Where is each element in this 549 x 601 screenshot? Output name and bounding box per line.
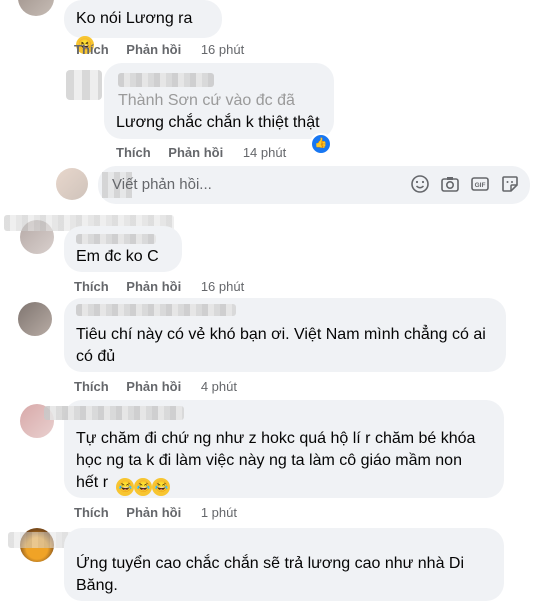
- comment-text-line: Ứng tuyển cao chắc chắn sẽ trả lương cao…: [76, 555, 465, 572]
- reply-input[interactable]: Viết phản hồi...: [112, 176, 212, 193]
- avatar[interactable]: [66, 70, 102, 100]
- comment-bubble: Ko nói Lương ra 😆: [64, 0, 222, 54]
- comment-actions: Thích Phản hồi 16 phút: [74, 42, 258, 57]
- comment-bubble: Tự chăm đi chứ ng như z hokc quá hộ lí r…: [44, 400, 504, 498]
- comment-text-line: học ng ta k đi làm việc này ng ta làm cô…: [76, 452, 462, 469]
- comment-text-line: Thành Sơn cứ vào đc đã: [118, 92, 295, 109]
- author-name-blurred[interactable]: [76, 234, 156, 244]
- author-name-blurred[interactable]: [76, 304, 236, 316]
- laughing-emoji-icon: 😂: [134, 478, 153, 496]
- comment-bubble: Em đc ko C: [64, 226, 182, 272]
- comment-bubble: Thành Sơn cứ vào đc đã Lương chắc chắn k…: [104, 63, 334, 139]
- comment-time[interactable]: 14 phút: [243, 145, 286, 160]
- like-link[interactable]: Thích: [74, 279, 109, 294]
- laughing-emoji-icon: 😂: [116, 478, 135, 496]
- comment-text-line: Băng.: [76, 577, 118, 594]
- sticker-icon[interactable]: [500, 174, 520, 194]
- comment-actions: Thích Phản hồi 16 phút: [74, 279, 258, 294]
- comment-text-line: Tiêu chí này có vẻ khó bạn ơi. Việt Nam …: [76, 326, 486, 343]
- emoji-icon[interactable]: [410, 174, 430, 194]
- comment-text: Ko nói Lương ra: [76, 10, 193, 27]
- svg-text:GIF: GIF: [475, 182, 486, 189]
- camera-icon[interactable]: [440, 174, 460, 194]
- comment-text-line: hết r 😂 😂 😂: [76, 472, 171, 496]
- reply-link[interactable]: Phản hồi: [126, 505, 181, 520]
- reply-link[interactable]: Phản hồi: [168, 145, 223, 160]
- like-reaction-icon[interactable]: 👍: [310, 133, 332, 155]
- comment-text-line-content: hết r: [76, 474, 109, 491]
- comment-bubble: Ứng tuyển cao chắc chắn sẽ trả lương cao…: [64, 528, 504, 601]
- comment-time[interactable]: 16 phút: [201, 42, 244, 57]
- comment-time[interactable]: 4 phút: [201, 379, 237, 394]
- reply-link[interactable]: Phản hồi: [126, 379, 181, 394]
- laughing-emoji-icon: 😂: [152, 478, 171, 496]
- like-link[interactable]: Thích: [74, 42, 109, 57]
- like-link[interactable]: Thích: [74, 505, 109, 520]
- reply-link[interactable]: Phản hồi: [126, 42, 181, 57]
- comment-bubble: Tiêu chí này có vẻ khó bạn ơi. Việt Nam …: [64, 298, 506, 372]
- avatar[interactable]: [18, 0, 54, 16]
- reply-input-box[interactable]: Viết phản hồi... GIF: [98, 166, 530, 204]
- gif-icon[interactable]: GIF: [470, 174, 490, 194]
- comment-actions: Thích Phản hồi 4 phút: [74, 379, 251, 394]
- comment-text-line: Lương chắc chắn k thiệt thật: [116, 114, 320, 131]
- comment-actions: Thích Phản hồi 14 phút: [116, 145, 300, 160]
- like-link[interactable]: Thích: [74, 379, 109, 394]
- comment-time[interactable]: 16 phút: [201, 279, 244, 294]
- comment-actions: Thích Phản hồi 1 phút: [74, 505, 251, 520]
- avatar[interactable]: [18, 302, 52, 336]
- comment-text-line: có đủ: [76, 348, 116, 365]
- comment-text-line: Tự chăm đi chứ ng như z hokc quá hộ lí r…: [76, 430, 476, 447]
- reply-link[interactable]: Phản hồi: [126, 279, 181, 294]
- comment-text: Em đc ko C: [76, 248, 159, 265]
- author-name-blurred[interactable]: [118, 73, 214, 87]
- comment-time[interactable]: 1 phút: [201, 505, 237, 520]
- like-link[interactable]: Thích: [116, 145, 151, 160]
- avatar: [56, 168, 88, 200]
- author-name-blurred[interactable]: [44, 406, 184, 420]
